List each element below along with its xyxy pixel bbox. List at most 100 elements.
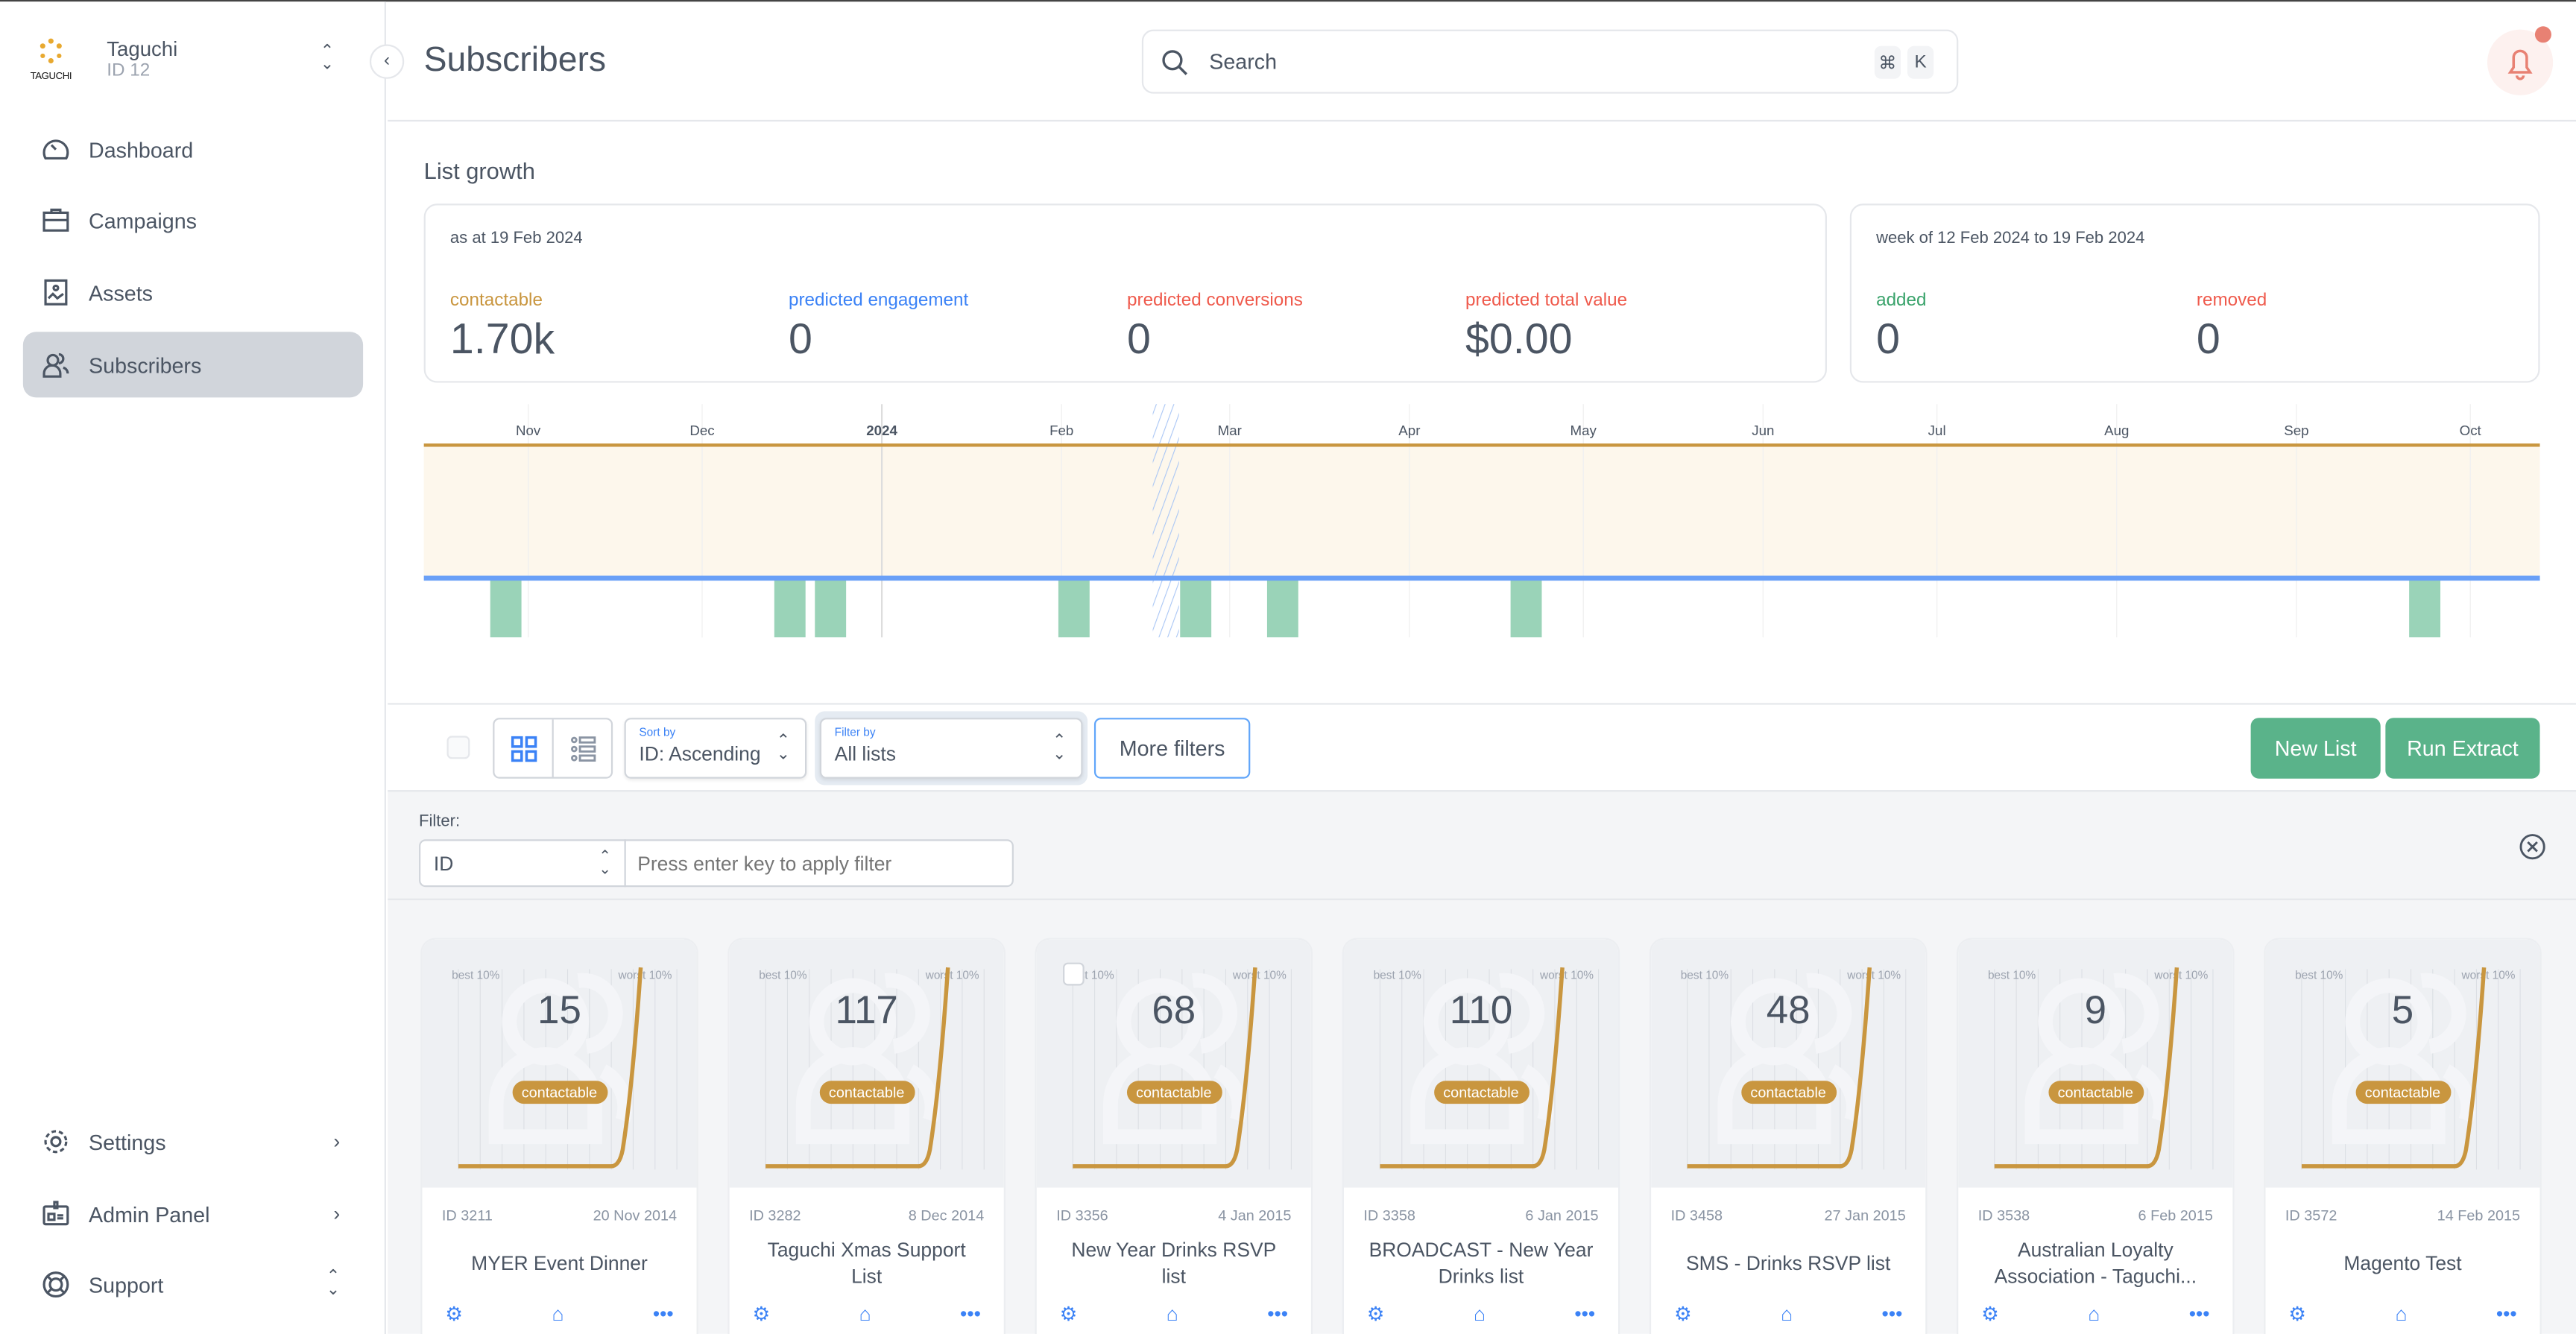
more-options-icon[interactable]: ••• [1267,1303,1288,1326]
list-date: 14 Feb 2015 [2437,1207,2521,1224]
worst-label: worst 10% [2461,970,2516,982]
list-card[interactable]: best 10% worst 10% 5 contactable ID 3572… [2265,939,2540,1334]
list-settings-icon[interactable]: ⚙ [1981,1303,1999,1326]
added-bar [1266,578,1298,638]
list-date: 27 Jan 2015 [1824,1207,1906,1224]
list-settings-icon[interactable]: ⚙ [752,1303,770,1326]
select-all-checkbox[interactable] [446,736,470,759]
list-card[interactable]: best 10% worst 10% 9 contactable ID 3538… [1958,939,2233,1334]
list-send-icon[interactable]: ⌂ [1781,1303,1793,1326]
list-date: 8 Dec 2014 [908,1207,985,1224]
list-name[interactable]: BROADCAST - New Year Drinks list [1344,1224,1618,1303]
more-options-icon[interactable]: ••• [960,1303,981,1326]
contactable-count: 5 [2391,988,2414,1034]
added-bar [1058,578,1090,638]
chevron-up-down-icon: ⌃ ⌄ [326,1268,341,1300]
contactable-count: 9 [2084,988,2107,1034]
list-id: ID 3538 [1977,1207,2030,1224]
list-view-button[interactable] [554,719,611,777]
chevron-up-down-icon: ⌃ ⌄ [1052,733,1067,764]
current-week-marker [1152,404,1179,638]
list-name[interactable]: SMS - Drinks RSVP list [1651,1224,1925,1303]
list-id: ID 3458 [1670,1207,1723,1224]
x-tick-label: Feb [1049,423,1073,438]
list-send-icon[interactable]: ⌂ [1167,1303,1178,1326]
clear-filter-icon[interactable] [2519,832,2546,860]
list-settings-icon[interactable]: ⚙ [1060,1303,1078,1326]
chevron-up-down-icon: ⌃ ⌄ [776,733,791,764]
added-bar [1180,578,1212,638]
x-tick-label: Sep [2284,423,2308,438]
contactable-count: 48 [1766,988,1811,1034]
list-date: 6 Jan 2015 [1525,1207,1599,1224]
best-label: best 10% [1374,970,1422,982]
best-label: best 10% [2295,970,2343,982]
list-settings-icon[interactable]: ⚙ [445,1303,463,1326]
list-send-icon[interactable]: ⌂ [2395,1303,2407,1326]
list-send-icon[interactable]: ⌂ [2088,1303,2100,1326]
filter-field-select[interactable]: ID ⌃ ⌄ [419,839,626,888]
sort-by-value: ID: Ascending [639,742,761,766]
engagement-curve: best 10% worst 10% [1681,967,1907,1170]
sidebar-item-settings[interactable]: Settings › [23,1109,363,1175]
contactable-count: 68 [1152,988,1196,1034]
list-card[interactable]: best 10% worst 10% 110 contactable ID 33… [1343,939,1619,1334]
more-options-icon[interactable]: ••• [1574,1303,1595,1326]
contactable-badge: contactable [1740,1081,1837,1104]
list-name[interactable]: New Year Drinks RSVP list [1037,1224,1311,1303]
more-options-icon[interactable]: ••• [2496,1303,2517,1326]
sort-by-select[interactable]: Sort by ID: Ascending ⌃ ⌄ [624,718,807,779]
list-send-icon[interactable]: ⌂ [859,1303,871,1326]
more-filters-button[interactable]: More filters [1093,718,1251,779]
list-name[interactable]: Australian Loyalty Association - Taguchi… [1958,1224,2232,1303]
list-settings-icon[interactable]: ⚙ [1367,1303,1385,1326]
more-options-icon[interactable]: ••• [653,1303,674,1326]
contactable-count: 110 [1449,988,1513,1034]
x-tick-label: Jun [1752,423,1774,438]
filter-value-input[interactable] [624,839,1014,888]
list-name[interactable]: MYER Event Dinner [422,1224,696,1303]
best-label: best 10% [1681,970,1729,982]
sidebar-item-admin-panel[interactable]: Admin Panel › [23,1181,363,1247]
engagement-curve: best 10% worst 10% [452,967,678,1170]
list-card[interactable]: best 10% worst 10% 68 contactable ID 335… [1036,939,1311,1334]
list-send-icon[interactable]: ⌂ [552,1303,564,1326]
list-card[interactable]: best 10% worst 10% 15 contactable ID 321… [422,939,697,1334]
engagement-curve: best 10% worst 10% [1988,967,2214,1170]
x-tick-label: Mar [1218,423,1242,438]
list-card[interactable]: best 10% worst 10% 117 contactable ID 32… [729,939,1004,1334]
list-id: ID 3358 [1363,1207,1415,1224]
list-name[interactable]: Taguchi Xmas Support List [730,1224,1004,1303]
filter-by-select[interactable]: Filter by All lists ⌃ ⌄ [819,718,1083,779]
list-name[interactable]: Magento Test [2265,1224,2539,1303]
engagement-curve: best 10% worst 10% [2295,967,2521,1170]
list-settings-icon[interactable]: ⚙ [1674,1303,1692,1326]
list-settings-icon[interactable]: ⚙ [2288,1303,2306,1326]
list-card-chart: best 10% worst 10% 9 contactable [1958,939,2233,1188]
x-tick-label: May [1570,423,1597,438]
new-list-button[interactable]: New List [2250,718,2381,779]
filter-by-value: All lists [834,742,896,766]
best-label: best 10% [1988,970,2036,982]
list-date: 4 Jan 2015 [1218,1207,1292,1224]
list-id: ID 3211 [441,1207,493,1224]
added-bar [1510,578,1542,638]
view-toggle [493,718,613,779]
lifebuoy-icon [42,1271,69,1298]
more-options-icon[interactable]: ••• [2189,1303,2210,1326]
contactable-badge: contactable [1433,1081,1529,1104]
run-extract-button[interactable]: Run Extract [2385,718,2540,779]
worst-label: worst 10% [925,970,979,982]
more-options-icon[interactable]: ••• [1882,1303,1903,1326]
filter-label: Filter: [419,813,461,832]
list-card[interactable]: best 10% worst 10% 48 contactable ID 345… [1651,939,1926,1334]
sidebar-item-support[interactable]: Support ⌃ ⌄ [23,1252,363,1318]
worst-label: worst 10% [2153,970,2208,982]
grid-view-button[interactable] [494,719,554,777]
list-card-chart: best 10% worst 10% 15 contactable [422,939,697,1188]
filter-by-label: Filter by [834,727,876,739]
x-tick-label: Aug [2104,423,2129,438]
card-select-checkbox[interactable] [1063,962,1085,986]
list-send-icon[interactable]: ⌂ [1474,1303,1486,1326]
contactable-badge: contactable [818,1081,915,1104]
